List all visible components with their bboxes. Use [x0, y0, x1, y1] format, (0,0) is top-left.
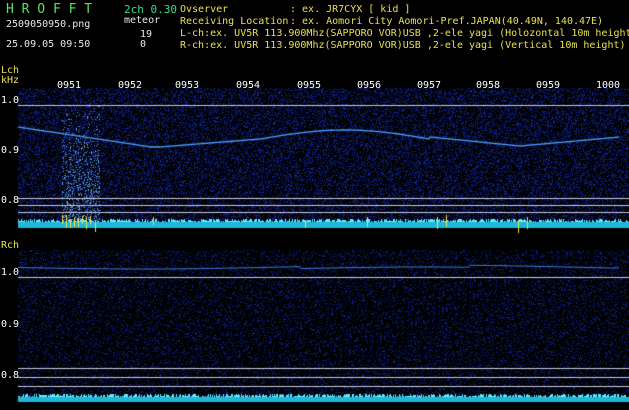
rch-info: R-ch:ex. UV5R 113.900Mhz(SAPPORO VOR)USB…	[180, 40, 626, 51]
time-tick-0954: 0954	[236, 80, 261, 91]
lch-tick-0-9: 0.9	[1, 145, 20, 156]
rch-label: Rch	[1, 240, 20, 251]
location-label: Receiving Location	[180, 16, 289, 27]
app-title: H R O F F T	[6, 2, 93, 17]
lch-tick-0-8: 0.8	[1, 195, 20, 206]
meteor-label: meteor	[124, 15, 161, 26]
app-version: 2ch 0.30	[124, 3, 177, 16]
location-value: : ex. Aomori City Aomori-Pref.JAPAN(40.4…	[290, 16, 604, 27]
lch-info: L-ch:ex. UV5R 113.900Mhz(SAPPORO VOR)USB…	[180, 28, 629, 39]
time-tick-0956: 0956	[357, 80, 382, 91]
time-tick-0957: 0957	[417, 80, 442, 91]
time-tick-0952: 0952	[118, 80, 143, 91]
lch-unit: kHz	[1, 75, 20, 86]
meteor-rch-count: 0	[140, 39, 147, 50]
lch-tick-1-0: 1.0	[1, 95, 20, 106]
time-tick-0953: 0953	[175, 80, 200, 91]
rch-tick-1-0: 1.0	[1, 267, 20, 278]
time-tick-0959: 0959	[536, 80, 561, 91]
rch-tick-0-9: 0.9	[1, 319, 20, 330]
time-tick-0958: 0958	[476, 80, 501, 91]
file-name: 2509050950.png	[6, 19, 91, 30]
rch-tick-0-8: 0.8	[1, 370, 20, 381]
waterfall-canvas	[0, 0, 629, 410]
file-datetime: 25.09.05 09:50	[6, 39, 91, 50]
observer-label: Ovserver	[180, 4, 229, 15]
time-tick-1000: 1000	[596, 80, 621, 91]
observer-value: : ex. JR7CYX [ kid ]	[290, 4, 411, 15]
time-tick-0955: 0955	[297, 80, 322, 91]
time-tick-0951: 0951	[57, 80, 82, 91]
